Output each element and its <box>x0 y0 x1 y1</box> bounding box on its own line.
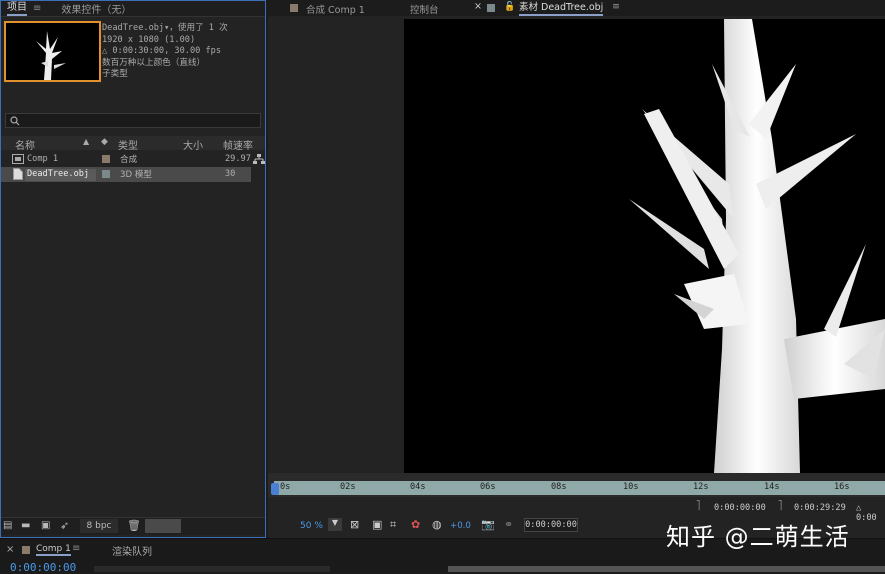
tab-project[interactable]: 项目 <box>7 1 27 16</box>
exposure-value[interactable]: +0.0 <box>450 521 471 531</box>
project-panel: 项目 ≡ 效果控件（无） DeadTree.obj▾，使用了 1 次 1920 … <box>0 0 266 538</box>
ruler-tick: 16s <box>834 482 850 492</box>
file-icon <box>13 168 23 180</box>
close-icon[interactable]: × <box>474 1 482 12</box>
label-tag-icon[interactable]: ◆ <box>101 137 108 147</box>
duration-timecode: △ 0:00 <box>856 503 877 523</box>
info-line-2: 1920 x 1080 (1.00) <box>102 34 196 45</box>
timeline-timecode[interactable]: 0:00:00:00 <box>10 561 76 574</box>
info-line-5: 子类型 <box>102 69 128 79</box>
chevron-down-icon[interactable]: ▼ <box>328 518 342 531</box>
tree-thumbnail-image <box>36 31 66 80</box>
sort-ascending-icon[interactable]: ▲ <box>83 137 89 146</box>
in-point-timecode[interactable]: 0:00:00:00 <box>714 503 766 513</box>
set-out-icon[interactable]: ⎤ <box>778 501 782 511</box>
item-fps: 30 <box>225 169 236 179</box>
playhead[interactable] <box>271 483 279 495</box>
ruler-tick: 06s <box>480 482 496 492</box>
viewer-panel: 合成 Comp 1 控制台 × 🔓 素材 DeadTree.obj ≡ 0s 0… <box>268 0 885 538</box>
item-name: Comp 1 <box>27 154 59 164</box>
new-composition-icon[interactable]: ▣ <box>41 520 50 531</box>
tab-console[interactable]: 控制台 <box>410 2 439 16</box>
set-in-icon[interactable]: ⎤ <box>696 501 700 511</box>
ruler-tick: 02s <box>340 482 356 492</box>
camera-snapshot-icon[interactable]: 📷 <box>481 518 495 531</box>
color-swatch[interactable] <box>145 519 181 533</box>
project-column-headers: 名称 ▲ ◆ 类型 大小 帧速率 <box>1 136 265 152</box>
label-swatch[interactable] <box>102 170 110 178</box>
column-type[interactable]: 类型 <box>118 137 138 152</box>
ruler-tick: 12s <box>693 482 709 492</box>
comp-swatch <box>22 546 30 554</box>
ruler-tick: 08s <box>551 482 567 492</box>
label-swatch[interactable] <box>102 155 110 163</box>
info-line-3: △ 0:00:30:00, 30.00 fps <box>102 46 221 56</box>
lock-icon[interactable]: 🔓 <box>504 2 515 12</box>
footage-canvas[interactable] <box>404 19 885 473</box>
tab-menu-icon[interactable]: ≡ <box>33 3 41 14</box>
trash-icon[interactable]: 🗑 <box>127 519 141 532</box>
watermark: 知乎 @二萌生活 <box>666 523 850 551</box>
footage-thumbnail <box>4 21 101 82</box>
item-name: DeadTree.obj <box>25 169 96 181</box>
out-point-timecode[interactable]: 0:00:29:29 <box>794 503 846 513</box>
item-type: 合成 <box>120 155 138 165</box>
project-tab-bar: 项目 ≡ 效果控件（无） <box>1 1 265 17</box>
ruler-tick: 04s <box>410 482 426 492</box>
tab-footage[interactable]: 素材 DeadTree.obj <box>519 2 604 16</box>
column-size[interactable]: 大小 <box>183 137 203 152</box>
bit-depth-button[interactable]: 8 bpc <box>80 519 118 533</box>
region-of-interest-icon[interactable]: ▣ <box>372 518 382 531</box>
dead-tree-render <box>629 19 885 473</box>
flowchart-icon[interactable] <box>253 154 265 164</box>
time-ruler[interactable]: 0s 02s 04s 06s 08s 10s 12s 14s 16s <box>268 473 885 497</box>
channels-icon[interactable]: ✿ <box>411 518 420 531</box>
tab-menu-icon[interactable]: ≡ <box>72 543 80 554</box>
tab-render-queue[interactable]: 渲染队列 <box>112 543 152 558</box>
column-name[interactable]: 名称 <box>15 137 35 152</box>
close-icon[interactable]: × <box>6 544 14 555</box>
column-fps[interactable]: 帧速率 <box>223 137 253 152</box>
interpret-footage-icon[interactable]: ▤ <box>3 520 12 531</box>
tab-menu-icon[interactable]: ≡ <box>612 1 620 12</box>
timeline-search-input[interactable] <box>94 566 330 572</box>
project-item-comp1[interactable]: Comp 1 合成 29.97 <box>1 152 265 167</box>
ruler-tick: 14s <box>764 482 780 492</box>
zoom-dropdown[interactable]: 50 % <box>300 521 323 531</box>
ruler-tick: 10s <box>623 482 639 492</box>
project-item-deadtree[interactable]: DeadTree.obj 3D 模型 30 <box>1 167 251 182</box>
tab-effect-controls[interactable]: 效果控件（无） <box>61 1 131 16</box>
current-time-field[interactable]: 0:00:00:00 <box>524 518 578 532</box>
project-search-input[interactable] <box>5 113 261 128</box>
footage-swatch <box>487 4 495 12</box>
footage-info: DeadTree.obj▾，使用了 1 次 1920 x 1080 (1.00)… <box>102 23 228 81</box>
info-line-4: 数百万种以上颜色（直线） <box>102 57 206 68</box>
tab-composition[interactable]: 合成 Comp 1 <box>306 2 365 16</box>
item-fps: 29.97 <box>225 154 251 164</box>
resolution-icon[interactable]: ⊠ <box>350 518 359 531</box>
grid-guides-icon[interactable]: ⌗ <box>390 518 396 532</box>
item-type: 3D 模型 <box>120 170 153 180</box>
comp-swatch <box>290 4 298 12</box>
search-icon <box>10 116 20 126</box>
tab-timeline-comp[interactable]: Comp 1 <box>36 544 71 556</box>
color-management-icon[interactable]: ◍ <box>432 518 442 531</box>
rocket-icon[interactable]: ➶ <box>60 519 69 532</box>
composition-icon <box>12 154 24 164</box>
info-line-1: DeadTree.obj▾，使用了 1 次 <box>102 23 228 33</box>
work-area-bar[interactable]: 0s 02s 04s 06s 08s 10s 12s 14s 16s <box>274 481 885 495</box>
viewer-tab-bar: 合成 Comp 1 控制台 × 🔓 素材 DeadTree.obj ≡ <box>268 0 885 16</box>
ruler-tick: 0s <box>280 482 291 492</box>
project-footer: ▤ ▬ ▣ ➶ 8 bpc 🗑 <box>1 517 265 535</box>
show-snapshot-icon[interactable]: ⚭ <box>504 518 513 531</box>
timeline-work-area[interactable] <box>448 566 885 572</box>
new-folder-icon[interactable]: ▬ <box>21 520 30 531</box>
